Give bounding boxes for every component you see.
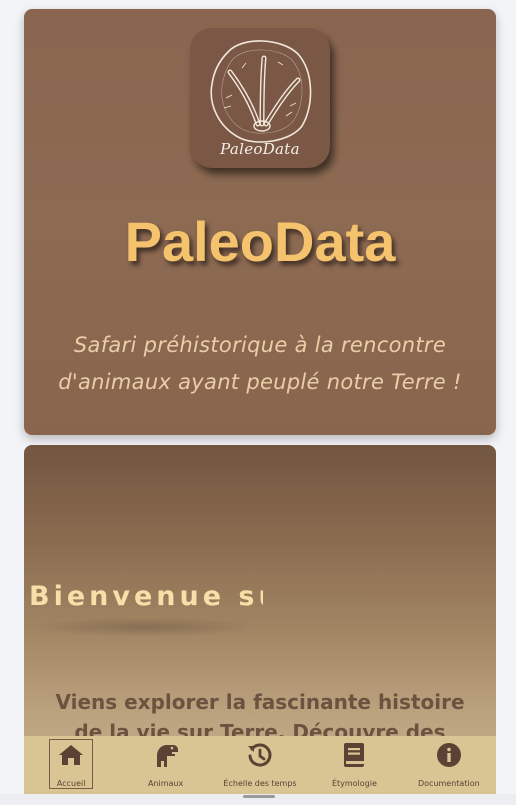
nav-label-echelle: Échelle des temps (223, 779, 297, 788)
nav-label-etymologie: Étymologie (331, 779, 377, 788)
nav-item-etymologie[interactable]: Étymologie (307, 736, 401, 794)
nav-item-documentation[interactable]: Documentation (402, 736, 496, 794)
nav-item-animaux[interactable]: Animaux (118, 736, 212, 794)
bottom-nav: Accueil Animaux Échelle des temps Étymol… (24, 736, 496, 794)
dinosaur-icon (152, 742, 180, 768)
nav-item-echelle-des-temps[interactable]: Échelle des temps (213, 736, 307, 794)
hero-card: PaleoData PaleoData Safari préhistorique… (24, 9, 496, 435)
nav-label-documentation: Documentation (417, 779, 480, 788)
tagline-line-1: Safari préhistorique à la rencontre (73, 333, 447, 357)
welcome-title-shadow (30, 617, 262, 637)
nav-item-accueil[interactable]: Accueil (24, 736, 118, 794)
app-screen: PaleoData PaleoData Safari préhistorique… (0, 0, 516, 805)
info-icon (435, 742, 463, 768)
home-indicator[interactable] (243, 795, 275, 798)
app-logo: PaleoData (190, 28, 330, 168)
system-bar (0, 794, 516, 805)
app-title: PaleoData (124, 210, 396, 273)
welcome-text-line-1: Viens explorer la fascinante histoire (55, 690, 465, 714)
nav-label-animaux: Animaux (147, 779, 184, 788)
welcome-title: Bienvenue sur (29, 581, 263, 612)
book-icon (340, 742, 368, 768)
logo-caption: PaleoData (220, 140, 300, 158)
active-indicator (49, 739, 93, 789)
history-icon (246, 742, 274, 768)
tagline-line-2: d'animaux ayant peuplé notre Terre ! (58, 370, 462, 394)
tagline: Safari préhistorique à la rencontre d'an… (44, 327, 476, 401)
